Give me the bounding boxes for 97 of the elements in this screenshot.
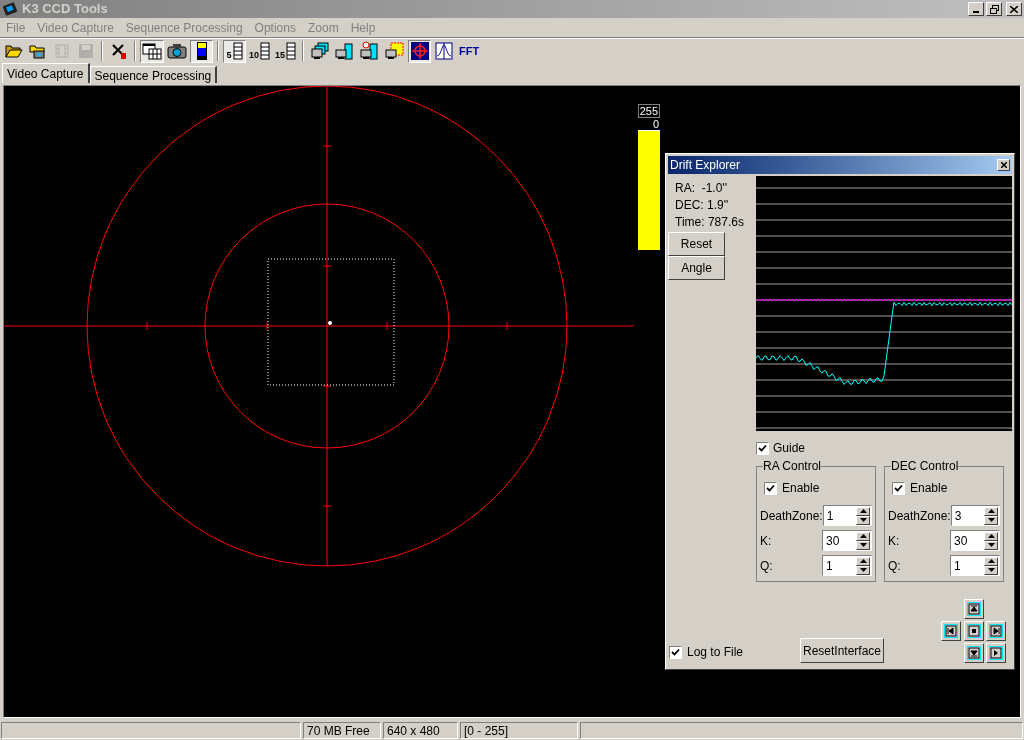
checkbox[interactable] <box>669 645 682 659</box>
toolbar-button[interactable]: 10 <box>247 39 272 63</box>
toolbar-button[interactable] <box>190 39 213 63</box>
checkbox-label: Enable <box>782 480 820 497</box>
monitor-selection-icon <box>385 41 406 61</box>
stop-button[interactable] <box>963 621 984 641</box>
down-arrow-icon[interactable] <box>987 518 995 522</box>
up-arrow-icon[interactable] <box>859 509 867 513</box>
frame-count: 10 <box>249 51 259 60</box>
up-arrow-icon[interactable] <box>987 509 995 513</box>
checkbox-label: Guide <box>773 440 806 457</box>
up-arrow-icon[interactable] <box>859 559 867 563</box>
group-title: DEC Control <box>891 459 959 473</box>
app-icon <box>2 1 18 17</box>
readout-text: DEC: 1.9'' <box>674 197 730 214</box>
tools-icon <box>109 42 128 60</box>
folder-icon <box>4 43 23 59</box>
toolbar-button[interactable]: 5 <box>223 39 246 63</box>
close-button[interactable] <box>997 159 1010 171</box>
status-panel: [0 - 255] <box>460 722 578 739</box>
minimize-icon <box>973 11 979 13</box>
film-strip-icon <box>232 42 243 60</box>
play-icon <box>989 646 1004 660</box>
checkbox-label: Enable <box>910 480 948 497</box>
spin-field[interactable]: 3 <box>950 505 1000 526</box>
spin-field[interactable]: 30 <box>822 530 872 551</box>
windows-icon <box>142 42 162 60</box>
field-label: Q: <box>888 557 901 575</box>
status-panel: 640 x 480 <box>383 722 458 739</box>
field-label: K: <box>888 532 900 550</box>
field-label: K: <box>760 532 772 550</box>
crosshair-icon <box>410 42 429 60</box>
camera-icon <box>167 43 187 59</box>
field-label: DeathZone: <box>888 507 951 525</box>
arrow-right-button[interactable] <box>986 621 1007 641</box>
checkbox[interactable] <box>756 441 769 455</box>
arrow-up-button[interactable] <box>963 599 984 619</box>
arrow-up-icon <box>966 602 981 616</box>
toolbar-button[interactable] <box>408 39 432 63</box>
spin-field[interactable]: 1 <box>950 555 1000 576</box>
level-bar-icon <box>195 41 208 61</box>
arrow-down-icon <box>966 646 981 660</box>
arrow-left-button[interactable] <box>941 621 961 641</box>
minimize-button[interactable] <box>968 2 984 16</box>
film-strip-icon <box>286 42 297 60</box>
toolbar-button[interactable] <box>140 39 164 63</box>
folder-camera-icon <box>28 43 47 59</box>
readout-text: RA: -1.0'' <box>674 180 728 197</box>
down-arrow-icon[interactable] <box>987 543 995 547</box>
profile-graph-icon <box>434 42 453 60</box>
tab[interactable]: Video Capture <box>2 63 90 83</box>
group-title: RA Control <box>763 459 822 473</box>
frame-count: 15 <box>275 51 286 60</box>
close-icon <box>1000 162 1007 168</box>
stop-icon <box>966 624 981 638</box>
monitor-film-icon <box>335 41 356 61</box>
spin-field[interactable]: 1 <box>822 505 872 526</box>
down-arrow-icon[interactable] <box>859 568 867 572</box>
monitor-timer-icon <box>360 41 381 61</box>
frame-count: 5 <box>226 51 232 60</box>
toolbar-button[interactable]: 15 <box>273 39 299 63</box>
spin-field[interactable]: 1 <box>822 555 872 576</box>
up-arrow-icon[interactable] <box>987 559 995 563</box>
checkbox[interactable] <box>764 481 777 495</box>
close-icon <box>1010 5 1018 13</box>
checkbox-label: Log to File <box>687 644 744 661</box>
play-button[interactable] <box>986 643 1007 663</box>
toolbar-button[interactable] <box>432 39 456 63</box>
histogram-max: 255 <box>638 104 660 118</box>
panel-title: Drift Explorer <box>670 157 740 174</box>
histogram-min: 0 <box>638 118 660 131</box>
down-arrow-icon[interactable] <box>859 543 867 547</box>
readout-text: Time: 787.6s <box>674 214 745 231</box>
panel-button[interactable]: Reset <box>668 232 725 256</box>
restore-button[interactable] <box>986 2 1002 16</box>
toolbar-button[interactable]: FFT <box>456 39 483 63</box>
status-panel: 70 MB Free <box>303 722 381 739</box>
film-icon <box>52 43 71 59</box>
down-arrow-icon[interactable] <box>987 568 995 572</box>
arrow-right-icon <box>989 624 1004 638</box>
up-arrow-icon[interactable] <box>987 534 995 538</box>
checkbox[interactable] <box>892 481 905 495</box>
monitors-icon <box>310 42 331 60</box>
close-button[interactable] <box>1006 2 1022 16</box>
down-arrow-icon[interactable] <box>859 518 867 522</box>
film-strip-icon <box>260 42 270 60</box>
field-label: Q: <box>760 557 773 575</box>
up-arrow-icon[interactable] <box>859 534 867 538</box>
restore-icon <box>989 4 999 14</box>
arrow-down-button[interactable] <box>963 643 984 663</box>
arrow-left-icon <box>944 624 958 638</box>
window-title: K3 CCD Tools <box>22 0 108 19</box>
spin-field[interactable]: 30 <box>950 530 1000 551</box>
panel-button[interactable]: Angle <box>668 256 725 280</box>
reset-interface-button[interactable]: ResetInterface <box>800 638 885 663</box>
field-label: DeathZone: <box>760 507 823 525</box>
tab[interactable]: Sequence Processing <box>89 66 218 83</box>
